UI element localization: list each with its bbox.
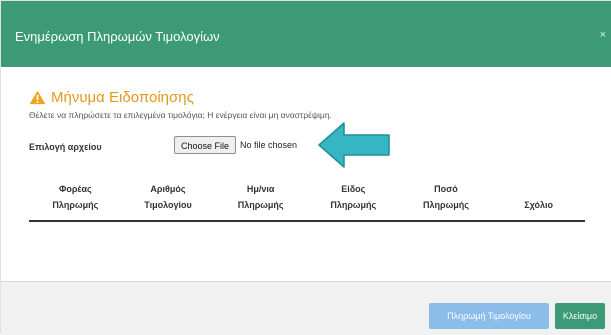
notification-title: Μήνυμα Ειδοποίησης — [51, 88, 194, 106]
payment-update-modal: Ενημέρωση Πληρωμών Τιμολογίων × Μήνυμα Ε… — [0, 0, 611, 335]
close-button[interactable]: Κλείσιμο — [555, 303, 605, 329]
column-header-payer: Φορέας Πληρωμής — [29, 179, 122, 222]
modal-title: Ενημέρωση Πληρωμών Τιμολογίων — [15, 29, 220, 44]
choose-file-button[interactable]: Choose File — [174, 136, 236, 154]
modal-footer: Πληρωμή Τιμολογίου Κλείσιμο — [1, 281, 611, 335]
column-header-payment-amount: Ποσό Πληρωμής — [399, 179, 493, 222]
notification-heading: Μήνυμα Ειδοποίησης — [29, 87, 194, 107]
notification-text: Θέλετε να πληρώσετε τα επιλεγμένα τιμολό… — [29, 110, 332, 120]
file-status-text: No file chosen — [240, 140, 298, 150]
warning-icon — [29, 90, 46, 104]
column-header-payment-date: Ημ/νια Πληρωμής — [214, 179, 307, 222]
modal-header: Ενημέρωση Πληρωμών Τιμολογίων × — [1, 1, 611, 67]
column-header-invoice-number: Αριθμός Τιμολογίου — [121, 179, 215, 222]
pay-invoice-button[interactable]: Πληρωμή Τιμολογίου — [429, 303, 549, 329]
invoices-table: Φορέας Πληρωμής Αριθμός Τιμολογίου Ημ/νια Π… — [29, 179, 585, 222]
modal-body: Μήνυμα Ειδοποίησης Θέλετε να πληρώσετε τ… — [1, 67, 611, 281]
table-header-row: Φορέας Πληρωμής Αριθμός Τιμολογίου Ημ/νια Π… — [29, 179, 585, 222]
column-header-payment-type: Είδος Πληρωμής — [306, 179, 400, 222]
column-header-comment: Σχόλιο — [492, 179, 585, 222]
arrow-left-icon — [318, 122, 390, 168]
close-icon[interactable]: × — [600, 29, 606, 41]
file-select-label: Επιλογή αρχείου — [29, 142, 102, 152]
